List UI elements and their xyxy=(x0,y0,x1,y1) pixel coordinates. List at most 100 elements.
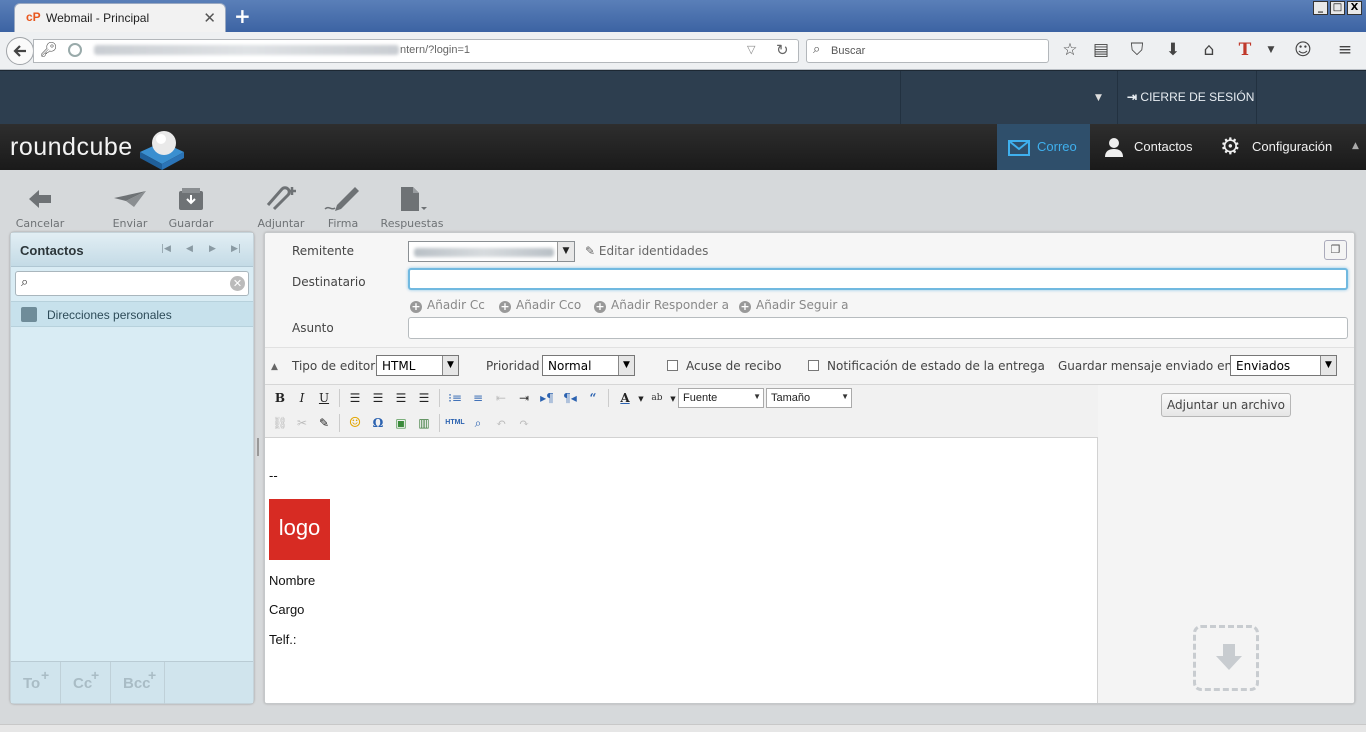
back-button[interactable] xyxy=(6,37,34,65)
recipient-input[interactable] xyxy=(408,268,1348,290)
collapse-header-icon[interactable]: ▲ xyxy=(1352,141,1359,151)
link-icon[interactable]: ⛓ xyxy=(270,413,290,433)
close-tab-icon[interactable]: ✕ xyxy=(203,9,216,27)
add-followupto-link-label: Añadir Seguir a xyxy=(756,298,849,312)
browser-tab[interactable]: cP Webmail - Principal ✕ xyxy=(14,3,226,32)
back-arrow-icon xyxy=(13,45,26,57)
spellcheck-icon[interactable]: ✎ xyxy=(314,413,334,433)
edit-identities-link[interactable]: ✎ Editar identidades xyxy=(585,244,708,258)
add-followupto-link[interactable]: + Añadir Seguir a xyxy=(739,298,849,313)
add-cc-link[interactable]: + Añadir Cc xyxy=(410,298,485,313)
editor-type-select[interactable]: HTML ▼ xyxy=(376,355,459,376)
ltr-icon[interactable]: ▸¶ xyxy=(537,388,557,408)
editor-toolbar: B I U ☰ ☰ ☰ ☰ ⁝≡ ≡ ⇤ ⇥ ▸¶ ¶◂ “ A ▼ ab ▼ … xyxy=(265,385,1098,438)
signature-button[interactable]: Firma xyxy=(322,182,364,230)
close-window-button[interactable]: X xyxy=(1347,1,1362,15)
contacts-search-input[interactable]: ⌕ ✕ xyxy=(15,271,249,296)
italic-icon[interactable]: I xyxy=(292,388,312,408)
logout-button[interactable]: ⇥ CIERRE DE SESIÓN xyxy=(1127,90,1254,104)
home-icon[interactable]: ⌂ xyxy=(1198,40,1220,60)
maximize-button[interactable]: □ xyxy=(1330,1,1345,15)
new-tab-button[interactable]: + xyxy=(234,4,251,28)
file-drop-zone[interactable] xyxy=(1193,625,1259,691)
user-menu-caret-icon[interactable]: ▼ xyxy=(1095,93,1102,103)
underline-icon[interactable]: U xyxy=(314,388,334,408)
signature-separator: -- xyxy=(269,468,278,483)
add-bcc-button[interactable]: Bcc + xyxy=(111,662,165,704)
cancel-button[interactable]: Cancelar xyxy=(14,182,66,230)
outdent-icon[interactable]: ⇤ xyxy=(491,388,511,408)
compose-headers: Remitente ▼ ✎ Editar identidades ❐ Desti… xyxy=(265,233,1354,347)
html-source-button[interactable]: HTML xyxy=(445,413,465,433)
last-page-icon[interactable]: ▶| xyxy=(231,244,241,254)
popout-window-icon[interactable]: ❐ xyxy=(1324,240,1347,260)
reading-list-icon[interactable]: ▤ xyxy=(1090,40,1112,60)
dsn-checkbox[interactable] xyxy=(808,360,819,371)
extension-dropdown-icon[interactable]: ▼ xyxy=(1260,45,1282,55)
receipt-checkbox[interactable] xyxy=(667,360,678,371)
clear-search-icon[interactable]: ✕ xyxy=(230,276,245,291)
font-size-value: Tamaño xyxy=(771,392,811,404)
chevron-down-icon: ▼ xyxy=(1320,356,1336,375)
emoticon-icon[interactable]: ☺ xyxy=(345,413,365,433)
align-justify-icon[interactable]: ☰ xyxy=(414,388,434,408)
rtl-icon[interactable]: ¶◂ xyxy=(560,388,580,408)
browser-search-input[interactable]: ⌕ Buscar xyxy=(806,39,1049,63)
download-icon[interactable]: ⬇ xyxy=(1162,40,1184,60)
nav-settings[interactable]: Configuración xyxy=(1252,139,1332,154)
redo-icon[interactable]: ↷ xyxy=(514,413,534,433)
insert-media-icon[interactable]: ▥ xyxy=(414,413,434,433)
numbered-list-icon[interactable]: ≡ xyxy=(468,388,488,408)
translate-extension-icon[interactable]: T xyxy=(1234,40,1256,60)
chevron-down-icon: ▼ xyxy=(753,392,761,401)
attach-button[interactable]: Adjuntar xyxy=(256,182,306,230)
prev-page-icon[interactable]: ◀ xyxy=(186,244,193,254)
responses-button[interactable]: Respuestas xyxy=(378,182,446,230)
bullet-list-icon[interactable]: ⁝≡ xyxy=(445,388,465,408)
font-family-select[interactable]: Fuente ▼ xyxy=(678,388,764,408)
arrow-left-icon xyxy=(29,190,51,208)
menu-icon[interactable]: ≡ xyxy=(1334,40,1356,60)
bookmark-star-icon[interactable]: ☆ xyxy=(1059,40,1081,60)
subject-input[interactable] xyxy=(408,317,1348,339)
search-replace-icon[interactable]: ⌕ xyxy=(468,413,488,433)
send-button[interactable]: Enviar xyxy=(107,182,153,230)
save-sent-select[interactable]: Enviados ▼ xyxy=(1230,355,1337,376)
undo-icon[interactable]: ↶ xyxy=(491,413,511,433)
pocket-icon[interactable]: ⛉ xyxy=(1126,40,1148,60)
add-cc-button[interactable]: Cc + xyxy=(61,662,111,704)
priority-select[interactable]: Normal ▼ xyxy=(542,355,635,376)
align-right-icon[interactable]: ☰ xyxy=(391,388,411,408)
recipient-label: Destinatario xyxy=(292,275,366,289)
insert-image-icon[interactable]: ▣ xyxy=(391,413,411,433)
sender-select[interactable]: ▼ xyxy=(408,241,575,262)
message-body-editor[interactable]: -- logo Nombre Cargo Telf.: xyxy=(265,438,1098,703)
minimize-button[interactable]: _ xyxy=(1313,1,1328,15)
align-center-icon[interactable]: ☰ xyxy=(368,388,388,408)
nav-mail[interactable]: Correo xyxy=(1037,139,1077,154)
add-replyto-link[interactable]: + Añadir Responder a xyxy=(594,298,729,313)
blockquote-icon[interactable]: “ xyxy=(583,388,603,408)
panel-splitter[interactable] xyxy=(257,438,259,456)
align-left-icon[interactable]: ☰ xyxy=(345,388,365,408)
next-page-icon[interactable]: ▶ xyxy=(209,244,216,254)
save-button[interactable]: Guardar xyxy=(166,182,216,230)
indent-icon[interactable]: ⇥ xyxy=(514,388,534,408)
bold-icon[interactable]: B xyxy=(270,388,290,408)
chat-icon[interactable]: ☺ xyxy=(1292,40,1314,60)
signature-name: Nombre xyxy=(269,573,316,588)
reload-icon[interactable]: ↻ xyxy=(776,41,789,59)
collapse-options-icon[interactable]: ▲ xyxy=(271,362,278,372)
chevron-down-icon: ▼ xyxy=(442,356,458,375)
add-to-button[interactable]: To + xyxy=(11,662,61,704)
url-dropdown-icon[interactable]: ▽ xyxy=(747,43,755,56)
address-book-item[interactable]: Direcciones personales xyxy=(11,301,253,327)
unlink-icon[interactable]: ✂ xyxy=(292,413,312,433)
first-page-icon[interactable]: |◀ xyxy=(161,244,171,254)
nav-contacts[interactable]: Contactos xyxy=(1134,139,1193,154)
add-bcc-link[interactable]: + Añadir Cco xyxy=(499,298,581,313)
font-size-select[interactable]: Tamaño ▼ xyxy=(766,388,852,408)
special-char-icon[interactable]: Ω xyxy=(368,413,388,433)
attach-file-button[interactable]: Adjuntar un archivo xyxy=(1161,393,1291,417)
url-bar[interactable]: 🔑︎ ntern/?login=1 ▽ ↻ xyxy=(33,39,799,63)
